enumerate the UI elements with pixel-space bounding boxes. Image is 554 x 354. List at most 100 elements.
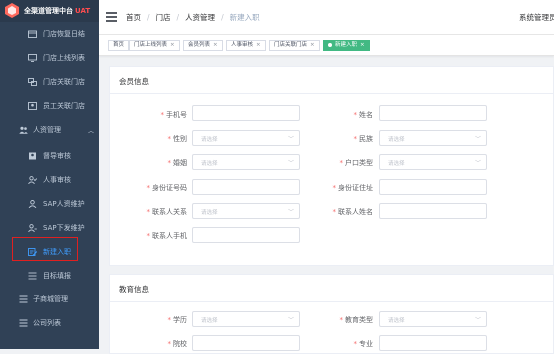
sidebar-item-hr-review[interactable]: 人事审核 — [0, 168, 99, 192]
chevron-down-icon: ﹀ — [474, 317, 481, 324]
contact-relation-select[interactable]: 请选择 ﹀ — [192, 203, 300, 219]
name-label-text: 姓名 — [359, 111, 373, 119]
chevron-down-icon: ﹀ — [287, 160, 294, 167]
contact-name-field[interactable] — [379, 203, 487, 219]
close-icon[interactable]: × — [310, 42, 315, 48]
chevron-down-icon: ﹀ — [287, 317, 294, 324]
tags-view: 首页 门店上线列表 × 会员列表 × 人事审核 × 门店关联门店 × 新建入职 × — [99, 35, 554, 56]
contact-mobile-field[interactable] — [192, 227, 300, 243]
id-address-label: * 身份证住址 — [332, 184, 374, 192]
edu-type-select[interactable]: 请选择 ﹀ — [379, 311, 487, 327]
breadcrumb: 首页 / 门店 / 人资管理 / 新建入职 — [126, 13, 260, 22]
close-icon[interactable]: × — [256, 42, 261, 48]
card-header: 会员信息 — [110, 67, 553, 94]
shield-icon — [29, 152, 36, 160]
tag-label: 首页 — [113, 42, 125, 48]
sidebar-item-label: SAP人资维护 — [43, 200, 85, 208]
degree-label: * 学历 — [167, 316, 188, 324]
sidebar-item-label: 督导审核 — [43, 152, 71, 160]
tag-label: 会员列表 — [188, 42, 211, 48]
marital-select[interactable]: 请选择 ﹀ — [192, 154, 300, 170]
gender-label-text: 性别 — [173, 135, 187, 143]
major-label-text: 专业 — [359, 340, 373, 348]
sidebar-item-store-restore[interactable]: 门店恢复日结 — [0, 22, 99, 46]
chevron-down-icon: ﹀ — [287, 209, 294, 216]
tag-store-online[interactable]: 门店上线列表 × — [129, 40, 180, 51]
close-icon[interactable]: × — [360, 42, 365, 48]
calendar-icon — [28, 30, 37, 38]
hukou-type-select[interactable]: 请选择 ﹀ — [379, 154, 487, 170]
tag-home[interactable]: 首页 — [108, 40, 130, 51]
gender-label: * 性别 — [167, 135, 188, 143]
id-address-label-text: 身份证住址 — [338, 184, 373, 192]
people-icon — [19, 126, 28, 134]
sidebar-item-label: 公司列表 — [33, 319, 61, 327]
degree-select[interactable]: 请选择 ﹀ — [192, 311, 300, 327]
mobile-label: * 手机号 — [160, 111, 188, 119]
sidebar-item-store-online[interactable]: 门店上线列表 — [0, 46, 99, 70]
id-number-field[interactable] — [192, 179, 300, 195]
sidebar-item-target-report[interactable]: 目标填报 — [0, 264, 99, 288]
breadcrumb-home[interactable]: 首页 — [126, 13, 141, 22]
user-icon — [28, 200, 37, 208]
gender-select[interactable]: 请选择 ﹀ — [192, 130, 300, 146]
brand-bar: 全渠道管理中台 UAT — [0, 0, 99, 22]
select-placeholder: 请选择 — [388, 318, 405, 324]
list-icon — [28, 272, 37, 280]
tag-label: 门店关联门店 — [274, 42, 308, 48]
marital-label-text: 婚姻 — [173, 159, 187, 167]
sidebar-item-supervisor-review[interactable]: 督导审核 — [0, 144, 99, 168]
contact-mobile-label: * 联系人手机 — [146, 232, 188, 240]
member-info-card: 会员信息 * 手机号 * 姓名 * 性别 请选择 ﹀ * 民族 请选择 ﹀ * 婚姻 请选择 ﹀… — [109, 66, 554, 266]
edu-type-label: * 教育类型 — [339, 316, 374, 324]
sidebar-item-hr-management[interactable]: 人资管理 ︿ — [0, 118, 99, 142]
sidebar-item-sub-mall[interactable]: 子商城管理 — [0, 287, 99, 311]
close-icon[interactable]: × — [170, 42, 175, 48]
edu-type-label-text: 教育类型 — [345, 316, 373, 324]
sidebar-item-label: 人事审核 — [43, 176, 71, 184]
sidebar-item-store-link[interactable]: 门店关联门店 — [0, 70, 99, 94]
school-label-text: 院校 — [173, 340, 187, 348]
sidebar-item-label: 人资管理 — [33, 126, 61, 134]
link-icon — [28, 78, 37, 86]
contact-name-label: * 联系人姓名 — [332, 208, 374, 216]
tag-new-onboarding[interactable]: 新建入职 × — [323, 40, 370, 51]
contact-mobile-label-text: 联系人手机 — [152, 232, 187, 240]
breadcrumb-store[interactable]: 门店 — [156, 13, 171, 22]
hamburger-icon[interactable] — [106, 12, 117, 22]
tag-store-link[interactable]: 门店关联门店 × — [269, 40, 320, 51]
sidebar-item-sap-hr[interactable]: SAP人资维护 — [0, 192, 99, 216]
contact-relation-label-text: 联系人关系 — [152, 208, 187, 216]
tag-hr-review[interactable]: 人事审核 × — [226, 40, 266, 51]
major-label: * 专业 — [353, 340, 374, 348]
mobile-label-text: 手机号 — [166, 111, 187, 119]
id-address-field[interactable] — [379, 179, 487, 195]
contact-relation-label: * 联系人关系 — [146, 208, 188, 216]
user-name[interactable]: 系统管理员 — [519, 12, 554, 23]
contact-name-label-text: 联系人姓名 — [338, 208, 373, 216]
ethnicity-select[interactable]: 请选择 ﹀ — [379, 130, 487, 146]
chevron-down-icon: ﹀ — [287, 136, 294, 143]
id-number-label-text: 身份证号码 — [152, 184, 187, 192]
tag-member-list[interactable]: 会员列表 × — [183, 40, 223, 51]
sidebar-item-staff-link[interactable]: 员工关联门店 — [0, 94, 99, 118]
ethnicity-label-text: 民族 — [359, 135, 373, 143]
tag-label: 人事审核 — [231, 42, 254, 48]
logo-icon — [5, 3, 19, 18]
mobile-field[interactable] — [192, 105, 300, 121]
school-label: * 院校 — [167, 340, 188, 348]
hukou-type-label-text: 户口类型 — [345, 159, 373, 167]
sidebar-item-label: 门店恢复日结 — [43, 30, 85, 38]
card-header: 教育信息 — [110, 275, 553, 302]
breadcrumb-current: 新建入职 — [229, 13, 260, 22]
breadcrumb-hr[interactable]: 人资管理 — [185, 13, 215, 22]
top-navbar: 首页 / 门店 / 人资管理 / 新建入职 系统管理员 — [99, 0, 554, 35]
send-icon — [28, 224, 37, 232]
user-link-icon — [28, 102, 37, 110]
close-icon[interactable]: × — [213, 42, 218, 48]
select-placeholder: 请选择 — [388, 161, 405, 167]
ethnicity-label: * 民族 — [353, 135, 374, 143]
sidebar-item-label: 员工关联门店 — [43, 102, 85, 110]
sidebar-item-company-list[interactable]: 公司列表 — [0, 311, 99, 335]
name-field[interactable] — [379, 105, 487, 121]
